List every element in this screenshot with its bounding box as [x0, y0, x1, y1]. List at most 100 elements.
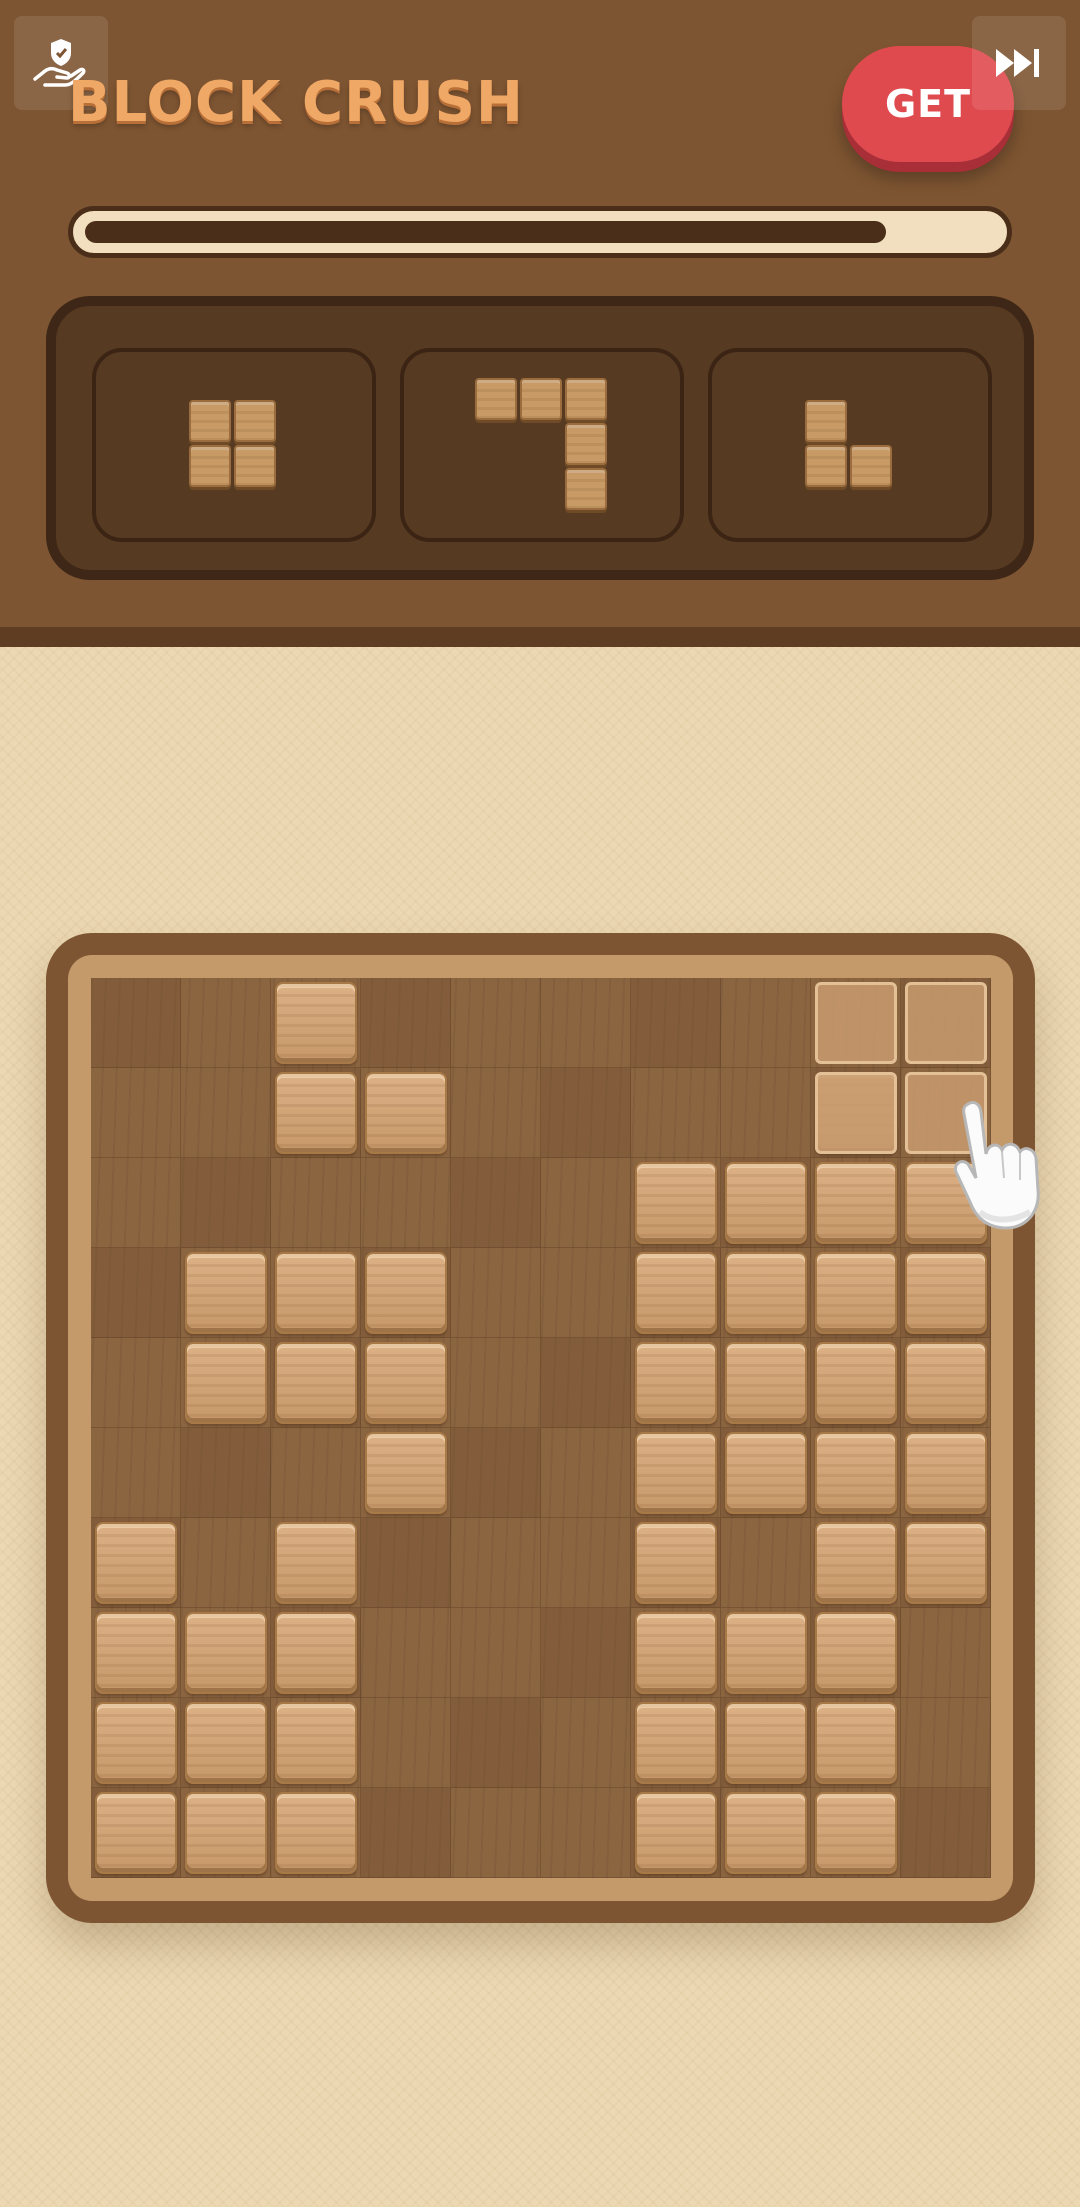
wood-block	[275, 1522, 357, 1604]
wood-block	[815, 1252, 897, 1334]
board-cell[interactable]	[541, 1068, 631, 1158]
board-cell[interactable]	[361, 978, 451, 1068]
wood-block	[635, 1432, 717, 1514]
board-cell[interactable]	[541, 978, 631, 1068]
board-cell[interactable]	[91, 1428, 181, 1518]
square-2x2-piece[interactable]	[189, 400, 279, 490]
board-cell[interactable]	[901, 1788, 991, 1878]
board-cell[interactable]	[361, 1698, 451, 1788]
board-cell[interactable]	[451, 1788, 541, 1878]
wood-block	[725, 1612, 807, 1694]
board-cell[interactable]	[361, 1158, 451, 1248]
board-cell[interactable]	[541, 1248, 631, 1338]
game-board	[46, 933, 1035, 1923]
wood-block	[185, 1792, 267, 1874]
piece-block	[565, 423, 607, 465]
board-cell[interactable]	[541, 1608, 631, 1698]
piece-slot-1[interactable]	[92, 348, 376, 542]
skip-button[interactable]	[972, 16, 1066, 110]
piece-block	[234, 400, 276, 442]
board-cell[interactable]	[901, 1698, 991, 1788]
board-cell[interactable]	[181, 1518, 271, 1608]
board-cell[interactable]	[181, 1068, 271, 1158]
wood-block	[275, 1702, 357, 1784]
placement-preview-block	[815, 982, 897, 1064]
wood-block	[725, 1432, 807, 1514]
wood-block	[95, 1522, 177, 1604]
wood-block	[905, 1252, 987, 1334]
piece-block	[805, 400, 847, 442]
board-cell[interactable]	[91, 1338, 181, 1428]
board-grid[interactable]	[91, 978, 991, 1878]
board-cell[interactable]	[91, 1248, 181, 1338]
board-cell[interactable]	[451, 978, 541, 1068]
board-cell[interactable]	[721, 1068, 811, 1158]
board-cell[interactable]	[271, 1158, 361, 1248]
wood-block	[905, 1432, 987, 1514]
piece-block	[475, 378, 517, 420]
wood-block	[275, 1612, 357, 1694]
wood-block	[275, 1342, 357, 1424]
board-cell[interactable]	[91, 1068, 181, 1158]
board-cell[interactable]	[541, 1158, 631, 1248]
board-cell[interactable]	[361, 1518, 451, 1608]
header-panel: BLOCK CRUSH GET	[0, 0, 1080, 647]
piece-slot-2[interactable]	[400, 348, 684, 542]
board-cell[interactable]	[541, 1698, 631, 1788]
board-cell[interactable]	[541, 1338, 631, 1428]
wood-block	[635, 1702, 717, 1784]
board-cell[interactable]	[271, 1428, 361, 1518]
board-cell[interactable]	[721, 1518, 811, 1608]
wood-block	[185, 1342, 267, 1424]
piece-slot-3[interactable]	[708, 348, 992, 542]
board-cell[interactable]	[451, 1338, 541, 1428]
game-title: BLOCK CRUSH	[68, 70, 524, 135]
piece-block	[189, 445, 231, 487]
placement-preview-block	[815, 1072, 897, 1154]
wood-block	[635, 1342, 717, 1424]
wood-block	[725, 1702, 807, 1784]
wood-block	[815, 1702, 897, 1784]
wood-block	[275, 1792, 357, 1874]
piece-block	[565, 378, 607, 420]
board-cell[interactable]	[181, 978, 271, 1068]
small-l-piece[interactable]	[805, 400, 895, 490]
pointing-hand-icon	[953, 1100, 1040, 1230]
placement-preview-block	[905, 982, 987, 1064]
board-cell[interactable]	[631, 978, 721, 1068]
board-cell[interactable]	[451, 1518, 541, 1608]
board-cell[interactable]	[631, 1068, 721, 1158]
wood-block	[275, 1252, 357, 1334]
wood-block	[815, 1522, 897, 1604]
board-cell[interactable]	[451, 1608, 541, 1698]
wood-block	[725, 1342, 807, 1424]
board-cell[interactable]	[181, 1428, 271, 1518]
piece-tray	[46, 296, 1034, 580]
board-cell[interactable]	[451, 1158, 541, 1248]
board-cell[interactable]	[451, 1698, 541, 1788]
wood-block	[905, 1342, 987, 1424]
board-cell[interactable]	[361, 1608, 451, 1698]
wood-block	[95, 1702, 177, 1784]
board-cell[interactable]	[451, 1428, 541, 1518]
wood-block	[185, 1612, 267, 1694]
wood-block	[95, 1792, 177, 1874]
level-progress-bar	[68, 206, 1012, 258]
board-cell[interactable]	[91, 978, 181, 1068]
board-cell[interactable]	[541, 1518, 631, 1608]
board-cell[interactable]	[91, 1158, 181, 1248]
board-cell[interactable]	[451, 1068, 541, 1158]
board-cell[interactable]	[541, 1428, 631, 1518]
wood-block	[185, 1702, 267, 1784]
board-cell[interactable]	[721, 978, 811, 1068]
board-cell[interactable]	[541, 1788, 631, 1878]
wood-block	[95, 1612, 177, 1694]
wood-block	[635, 1162, 717, 1244]
hook-piece[interactable]	[475, 378, 610, 513]
board-cell[interactable]	[451, 1248, 541, 1338]
board-cell[interactable]	[181, 1158, 271, 1248]
board-cell[interactable]	[901, 1608, 991, 1698]
wood-block	[725, 1162, 807, 1244]
wood-block	[815, 1432, 897, 1514]
board-cell[interactable]	[361, 1788, 451, 1878]
